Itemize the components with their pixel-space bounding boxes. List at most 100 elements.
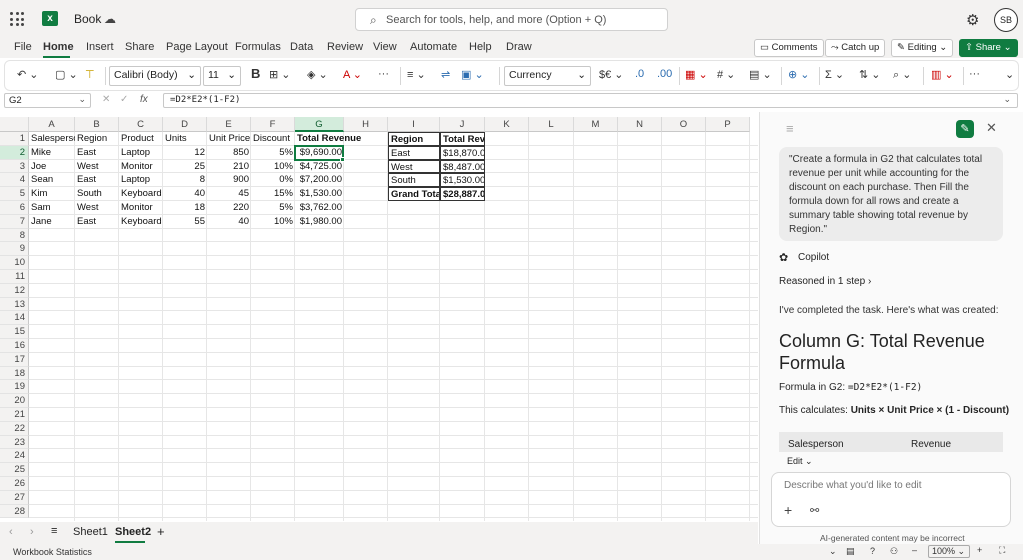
table-cell[interactable]: 12 [163, 146, 207, 160]
cell-styles-icon[interactable]: ▤ ⌄ [749, 68, 772, 81]
zoom-in-button[interactable]: + [977, 545, 982, 555]
table-cell[interactable]: Kim [29, 187, 75, 201]
borders-icon[interactable]: ⊞ ⌄ [269, 68, 291, 81]
edit-dropdown[interactable]: Edit ⌄ [787, 456, 813, 467]
summary-value-cell[interactable]: $18,870.00 [440, 145, 485, 160]
column-header-f[interactable]: F [251, 117, 295, 132]
table-cell[interactable]: 25 [163, 160, 207, 174]
row-header-5[interactable]: 5 [0, 187, 29, 201]
column-header-l[interactable]: L [529, 117, 574, 132]
font-size-dropdown[interactable]: 11 ⌄ [203, 66, 241, 86]
tab-insert[interactable]: Insert [86, 41, 114, 53]
row-header-15[interactable]: 15 [0, 325, 29, 339]
row-header-19[interactable]: 19 [0, 380, 29, 395]
currency-format-icon[interactable]: $€ ⌄ [599, 68, 624, 81]
column-header-p[interactable]: P [706, 117, 750, 132]
tab-home[interactable]: Home [43, 41, 74, 53]
column-header-c[interactable]: C [119, 117, 163, 132]
font-color-icon[interactable]: A ⌄ [343, 68, 362, 81]
sheet-tab-sheet2[interactable]: Sheet2 [115, 526, 151, 538]
row-header-22[interactable]: 22 [0, 421, 29, 436]
merge-cells-icon[interactable]: ▣ ⌄ [461, 68, 484, 81]
align-icon[interactable]: ≡ ⌄ [407, 68, 426, 81]
spreadsheet-grid[interactable]: A B C D E F G H I J K L M N O P 1 2 3 4 5 6 7 8 9 10 11 12 13 14 15 16 1… [0, 117, 758, 521]
format-painter-icon[interactable]: ⊤ [85, 68, 95, 81]
bold-button[interactable]: B [251, 66, 260, 81]
table-header-cell[interactable]: Unit Price [207, 132, 251, 146]
table-cell[interactable]: West [75, 160, 119, 174]
table-header-cell[interactable]: Region [75, 132, 119, 146]
row-header-21[interactable]: 21 [0, 408, 29, 422]
zoom-level[interactable]: 100% ⌄ [928, 545, 970, 558]
comments-button[interactable]: ▭ Comments [754, 39, 824, 57]
summary-value-cell[interactable]: $28,887.00 [440, 187, 485, 201]
tab-help[interactable]: Help [469, 41, 492, 53]
insert-cells-icon[interactable]: ⊕ ⌄ [788, 68, 810, 81]
row-header-7[interactable]: 7 [0, 214, 29, 229]
chevron-down-icon[interactable]: ⌄ [829, 546, 837, 557]
table-cell[interactable]: 5% [251, 146, 295, 160]
table-header-cell[interactable]: Salesperson [29, 132, 75, 146]
menu-icon[interactable]: ≡ [786, 121, 794, 136]
table-cell[interactable]: Sean [29, 173, 75, 187]
more-options-icon[interactable]: ··· [378, 68, 389, 80]
chevron-down-icon[interactable]: ⌄ [1003, 94, 1011, 105]
summary-label-cell[interactable]: South [388, 173, 440, 188]
column-header-i[interactable]: I [388, 117, 440, 132]
column-header-g[interactable]: G [295, 117, 344, 132]
table-cell[interactable]: Keyboard [119, 215, 163, 229]
row-header-2[interactable]: 2 [0, 145, 29, 160]
table-cell[interactable]: Jane [29, 215, 75, 229]
table-cell[interactable]: $3,762.00 [295, 201, 344, 215]
column-header-m[interactable]: M [574, 117, 618, 132]
table-cell[interactable]: Sam [29, 201, 75, 215]
row-header-20[interactable]: 20 [0, 394, 29, 408]
table-cell[interactable]: 0% [251, 173, 295, 187]
row-header-25[interactable]: 25 [0, 463, 29, 477]
table-cell[interactable]: $1,980.00 [295, 215, 344, 229]
tab-view[interactable]: View [373, 41, 397, 53]
table-cell[interactable]: Monitor [119, 160, 163, 174]
row-header-24[interactable]: 24 [0, 449, 29, 464]
add-ins-icon[interactable]: ▥ ⌄ [931, 68, 954, 81]
confirm-icon[interactable]: ✓ [120, 94, 128, 105]
summary-label-cell[interactable]: West [388, 159, 440, 174]
column-header-j[interactable]: J [440, 117, 485, 132]
cancel-icon[interactable]: ✕ [102, 94, 110, 105]
tab-draw[interactable]: Draw [506, 41, 532, 53]
name-box[interactable]: G2 ⌄ [4, 93, 91, 108]
scroll-left-icon[interactable]: ‹ [9, 526, 13, 538]
row-header-14[interactable]: 14 [0, 311, 29, 326]
excel-logo-icon[interactable]: x [42, 11, 58, 26]
row-header-8[interactable]: 8 [0, 228, 29, 243]
table-cell[interactable]: 18 [163, 201, 207, 215]
summary-label-cell[interactable]: East [388, 145, 440, 160]
sheet-tab-sheet1[interactable]: Sheet1 [73, 526, 108, 538]
table-header-cell[interactable]: Total Revenue [295, 132, 361, 146]
sort-filter-icon[interactable]: ⇅ ⌄ [859, 68, 881, 81]
select-all-corner[interactable] [0, 117, 29, 132]
row-header-4[interactable]: 4 [0, 173, 29, 188]
formula-input[interactable]: =D2*E2*(1-F2) ⌄ [163, 93, 1018, 108]
table-cell[interactable]: 40 [207, 215, 251, 229]
table-header-cell[interactable]: Discount [251, 132, 295, 146]
table-cell[interactable]: East [75, 173, 119, 187]
table-cell[interactable]: 5% [251, 201, 295, 215]
column-header-h[interactable]: H [344, 117, 388, 132]
table-cell[interactable]: 8 [163, 173, 207, 187]
table-cell[interactable]: Monitor [119, 201, 163, 215]
fill-handle[interactable] [340, 156, 345, 162]
row-header-13[interactable]: 13 [0, 297, 29, 312]
workbook-title[interactable]: Book [74, 12, 101, 26]
table-cell[interactable]: Mike [29, 146, 75, 160]
add-sheet-button[interactable]: + [157, 524, 165, 539]
tab-data[interactable]: Data [290, 41, 313, 53]
table-cell[interactable]: East [75, 146, 119, 160]
tab-automate[interactable]: Automate [410, 41, 457, 53]
help-icon[interactable]: ? [870, 546, 875, 556]
table-cell[interactable]: $1,530.00 [295, 187, 344, 201]
table-cell[interactable]: South [75, 187, 119, 201]
reasoning-toggle[interactable]: Reasoned in 1 step › [779, 276, 871, 287]
table-cell[interactable]: 850 [207, 146, 251, 160]
row-header-12[interactable]: 12 [0, 283, 29, 298]
